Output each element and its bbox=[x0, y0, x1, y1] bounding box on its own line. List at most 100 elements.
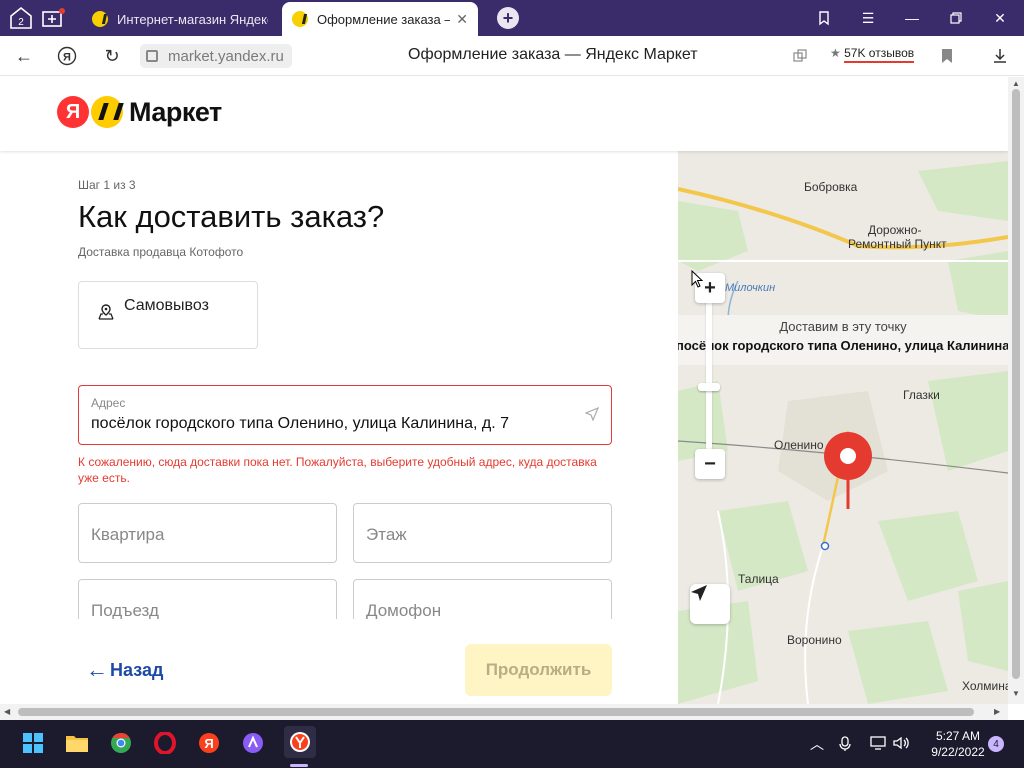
yandex-browser-button[interactable] bbox=[284, 726, 316, 758]
opera-button[interactable] bbox=[152, 730, 178, 756]
locate-me-icon[interactable] bbox=[585, 407, 599, 421]
windows-logo-icon bbox=[23, 733, 43, 753]
map-label-remontny: Ремонтный Пункт bbox=[848, 237, 947, 251]
zoom-out-button[interactable]: − bbox=[695, 449, 725, 479]
geolocation-button[interactable] bbox=[690, 584, 730, 624]
map-label-glazki: Глазки bbox=[903, 388, 940, 402]
bookmark-button[interactable] bbox=[935, 44, 959, 68]
horizontal-scroll-thumb[interactable] bbox=[18, 708, 974, 716]
floor-field[interactable]: Этаж bbox=[353, 503, 612, 563]
yandex-market-favicon-icon bbox=[292, 11, 308, 27]
yandex-logo-mark: Я bbox=[57, 96, 89, 128]
zoom-slider-handle[interactable] bbox=[698, 383, 720, 391]
clock-time: 5:27 AM bbox=[935, 729, 981, 743]
site-reviews-link[interactable]: ★ 57K отзывов bbox=[830, 46, 915, 63]
map-label-olenino: Оленино bbox=[774, 438, 824, 452]
system-clock[interactable]: 5:27 AM 9/22/2022 bbox=[918, 728, 998, 760]
alice-button[interactable] bbox=[240, 730, 266, 756]
continue-button[interactable]: Продолжить bbox=[465, 644, 612, 696]
chrome-icon bbox=[111, 732, 131, 753]
arrow-left-icon: ← bbox=[15, 45, 33, 66]
scroll-right-icon[interactable]: ▶ bbox=[994, 707, 1000, 716]
horizontal-scrollbar[interactable]: ◀ ▶ bbox=[0, 704, 1008, 720]
address-error-message: К сожалению, сюда доставки пока нет. Пож… bbox=[78, 455, 597, 485]
tab-market-home[interactable]: Интернет-магазин Яндекс Маркет bbox=[82, 2, 278, 36]
star-icon: ★ bbox=[830, 46, 841, 60]
yandex-icon: Я bbox=[199, 733, 219, 753]
map-label-voronino: Воронино bbox=[787, 633, 842, 647]
tabs-overview-button[interactable]: 2 bbox=[6, 3, 36, 33]
file-explorer-button[interactable] bbox=[64, 730, 90, 756]
delivery-map[interactable]: Бобровка Дорожно- Ремонтный Пункт Милочк… bbox=[678, 151, 1008, 704]
map-label-dorozhno: Дорожно- bbox=[868, 223, 922, 237]
downloads-button[interactable] bbox=[988, 44, 1012, 68]
reload-icon: ↻ bbox=[104, 45, 120, 66]
page-title-display: Оформление заказа — Яндекс Маркет bbox=[408, 46, 698, 63]
pickup-location-icon bbox=[98, 304, 114, 320]
copy-link-button[interactable] bbox=[788, 44, 812, 68]
scroll-down-icon[interactable]: ▼ bbox=[1012, 689, 1020, 698]
scroll-left-icon[interactable]: ◀ bbox=[4, 707, 10, 716]
browser-tab-strip: 2 Интернет-магазин Яндекс Маркет Оформле… bbox=[0, 0, 1024, 36]
copy-icon bbox=[793, 49, 807, 62]
volume-icon[interactable] bbox=[893, 736, 911, 750]
floor-placeholder: Этаж bbox=[366, 525, 407, 544]
delivery-point-banner: Доставим в эту точку посёлок городского … bbox=[678, 315, 1008, 365]
url-text: market.yandex.ru bbox=[168, 47, 284, 65]
show-hidden-icons[interactable]: ︿ bbox=[810, 734, 824, 754]
minimize-icon: — bbox=[905, 10, 919, 26]
address-field[interactable]: Адрес посёлок городского типа Оленино, у… bbox=[78, 385, 612, 445]
add-tab-icon bbox=[42, 8, 65, 27]
vertical-scrollbar[interactable]: ▲ ▼ bbox=[1008, 77, 1024, 704]
svg-text:Я: Я bbox=[63, 52, 71, 64]
yandex-market-favicon-icon bbox=[92, 11, 108, 27]
site-header: Я Маркет bbox=[0, 77, 1008, 151]
map-label-bobrovka: Бобровка bbox=[804, 180, 858, 194]
address-bar[interactable]: market.yandex.ru bbox=[140, 44, 292, 68]
windows-taskbar: Я ︿ 5:27 AM 9/22/2022 4 bbox=[0, 720, 1024, 768]
page-viewport: Я Маркет Шаг 1 из 3 Как доставить заказ?… bbox=[0, 77, 1008, 704]
menu-icon: ☰ bbox=[861, 9, 875, 26]
microphone-icon[interactable] bbox=[838, 736, 852, 752]
close-icon: ✕ bbox=[994, 9, 1006, 26]
close-window-button[interactable]: ✕ bbox=[978, 0, 1022, 36]
back-nav-button[interactable]: ← bbox=[12, 44, 36, 68]
vertical-scroll-thumb[interactable] bbox=[1012, 89, 1020, 679]
new-tab-group-button[interactable] bbox=[38, 3, 68, 33]
delivery-point-address: посёлок городского типа Оленино, улица К… bbox=[678, 338, 1008, 353]
yandex-browser-icon bbox=[290, 732, 310, 752]
scroll-up-icon[interactable]: ▲ bbox=[1012, 79, 1020, 88]
new-tab-button[interactable]: + bbox=[497, 7, 519, 29]
yandex-home-button[interactable]: Я bbox=[55, 44, 79, 68]
yandex-market-logo[interactable]: Я Маркет bbox=[57, 96, 222, 128]
pickup-option-card[interactable]: Самовывоз bbox=[78, 281, 258, 349]
browser-toolbar: ← Я ↻ market.yandex.ru Оформление заказа… bbox=[0, 36, 1024, 76]
reload-button[interactable]: ↻ bbox=[100, 44, 124, 68]
apartment-field[interactable]: Квартира bbox=[78, 503, 337, 563]
collections-button[interactable] bbox=[802, 0, 846, 36]
entrance-placeholder: Подъезд bbox=[91, 601, 159, 620]
tab-checkout[interactable]: Оформление заказа — Яндекс Маркет ✕ bbox=[282, 2, 478, 36]
home-tabs-icon: 2 bbox=[10, 6, 32, 29]
lock-icon bbox=[146, 50, 158, 62]
tab-label: Оформление заказа — Яндекс Маркет bbox=[317, 11, 450, 27]
minimize-button[interactable]: — bbox=[890, 0, 934, 36]
browser-menu-button[interactable]: ☰ bbox=[846, 0, 890, 36]
opera-icon bbox=[154, 732, 176, 754]
back-button[interactable]: ← Назад bbox=[86, 657, 163, 683]
notification-badge[interactable]: 4 bbox=[988, 736, 1004, 752]
map-label-milochkin: Милочкин bbox=[725, 282, 776, 294]
zoom-slider[interactable] bbox=[706, 291, 712, 451]
close-tab-icon[interactable]: ✕ bbox=[456, 11, 468, 28]
download-icon bbox=[994, 49, 1006, 63]
address-value: посёлок городского типа Оленино, улица К… bbox=[91, 415, 510, 432]
network-icon[interactable] bbox=[870, 736, 886, 750]
folder-icon bbox=[66, 736, 88, 752]
navigation-arrow-icon bbox=[691, 585, 707, 601]
chrome-button[interactable] bbox=[108, 730, 134, 756]
yandex-button[interactable]: Я bbox=[196, 730, 222, 756]
alice-icon bbox=[243, 733, 263, 753]
svg-text:Я: Я bbox=[204, 736, 213, 751]
start-button[interactable] bbox=[20, 730, 46, 756]
restore-button[interactable] bbox=[934, 0, 978, 36]
